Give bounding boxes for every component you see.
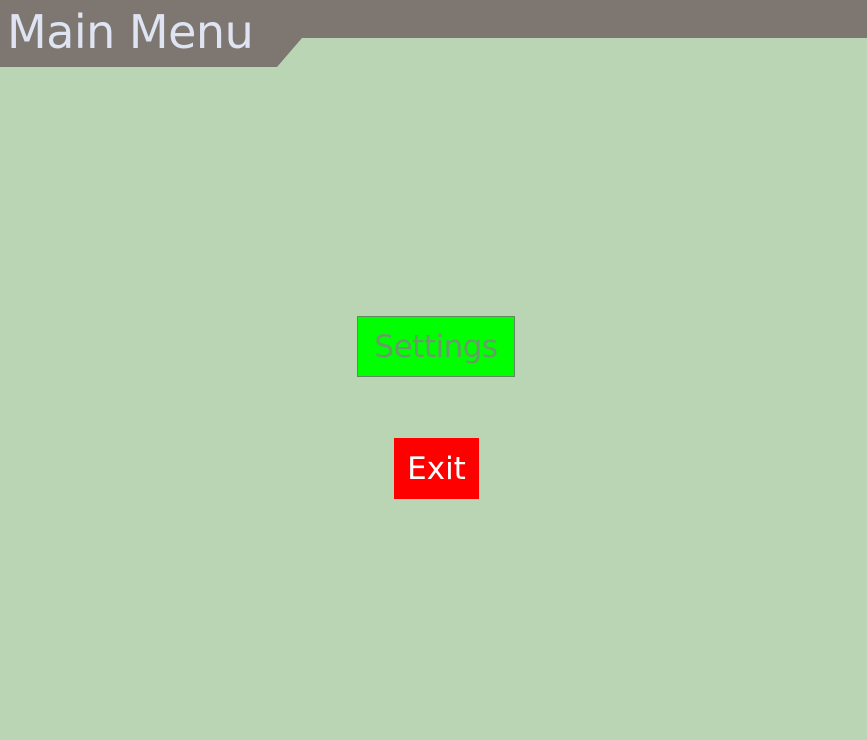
page-title: Main Menu xyxy=(7,5,254,59)
settings-button[interactable]: Settings xyxy=(357,316,515,377)
exit-button[interactable]: Exit xyxy=(394,438,479,499)
